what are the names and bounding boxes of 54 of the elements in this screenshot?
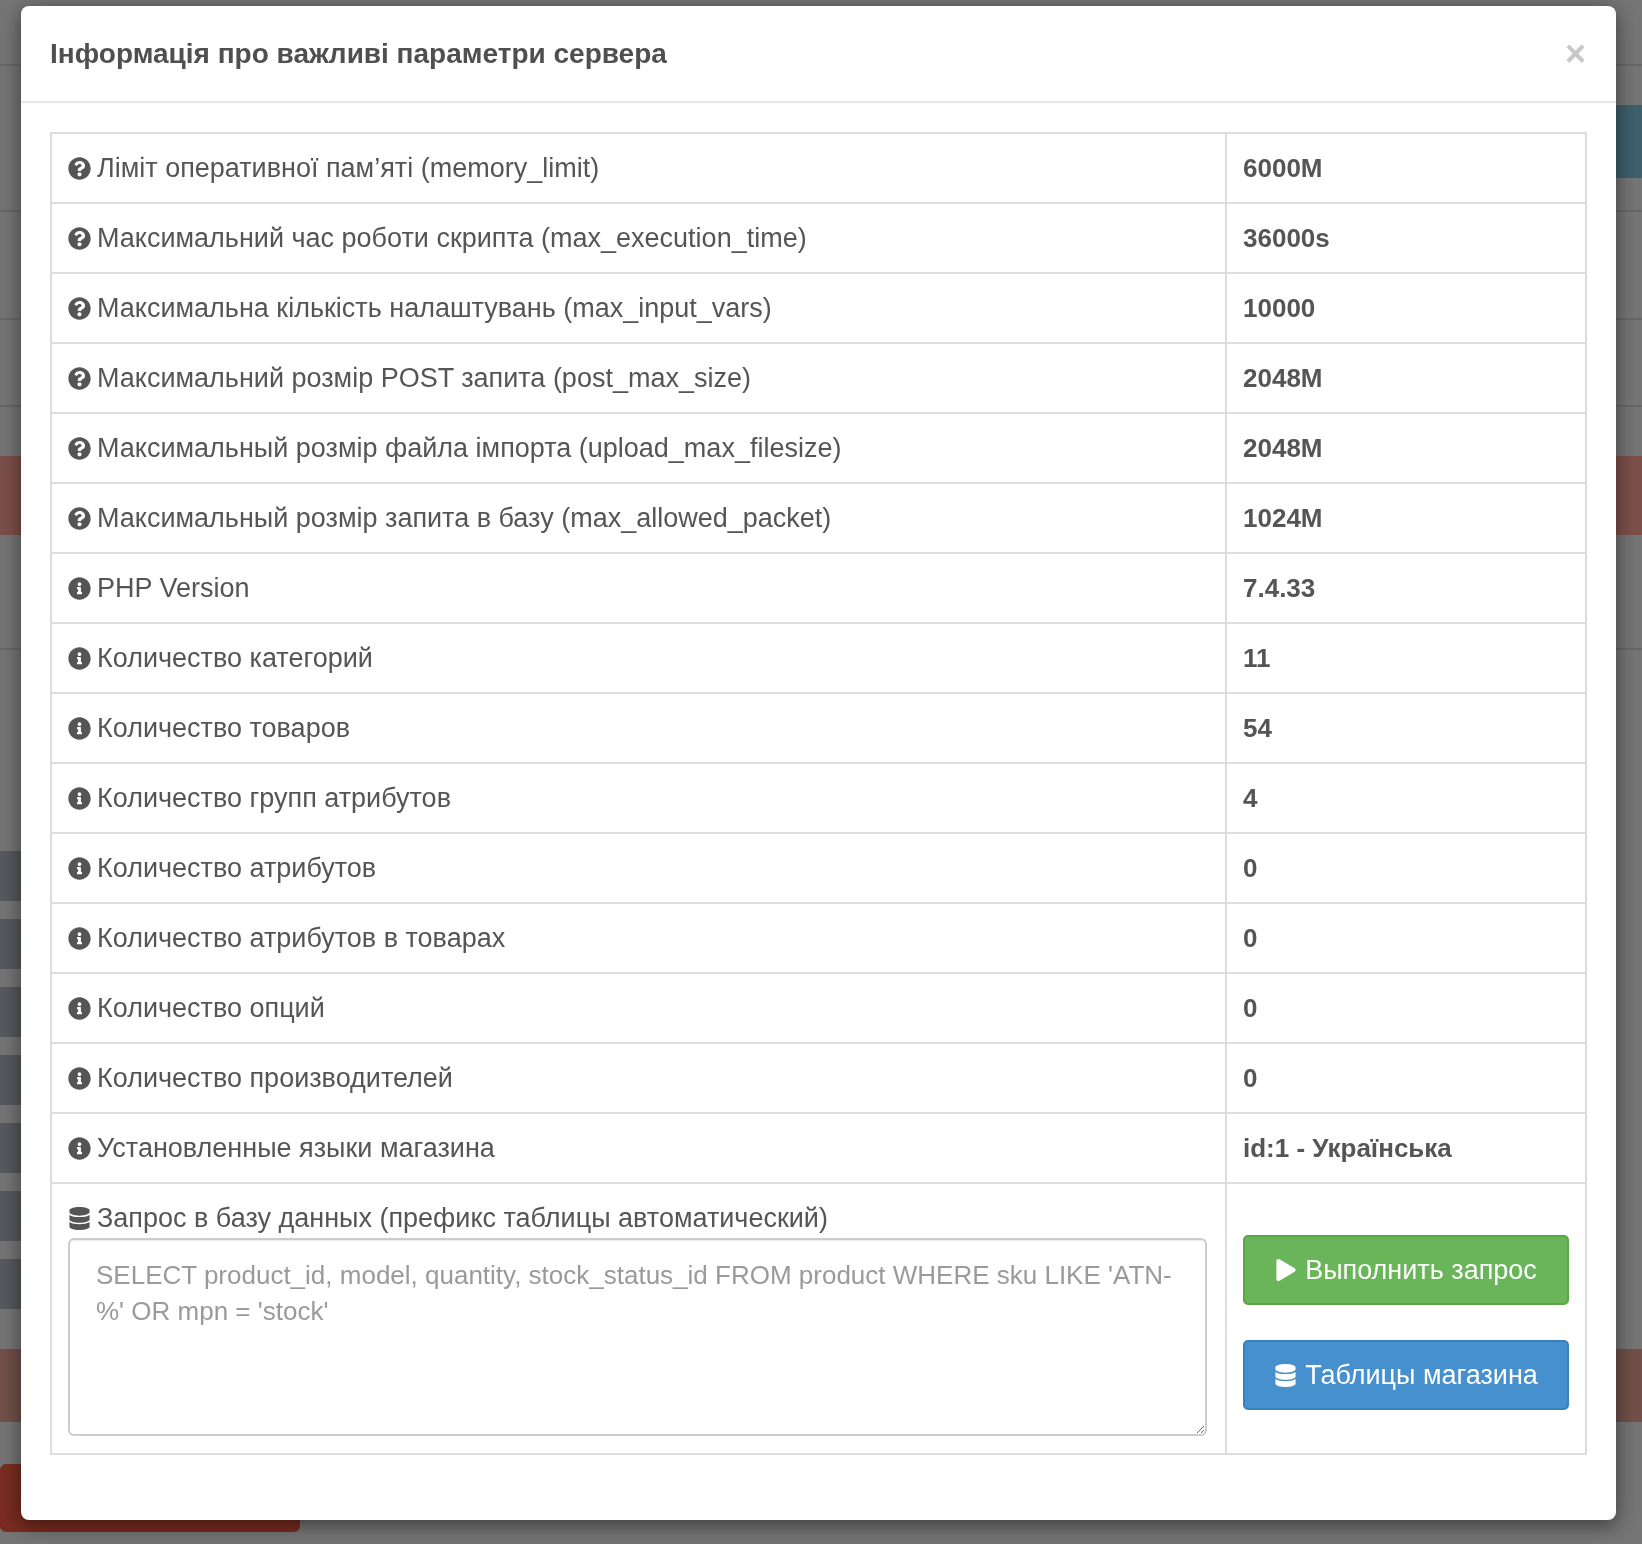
parameter-label: Ліміт оперативної пам’яті (memory_limit) (97, 151, 600, 185)
parameter-label: Максимальний розмір POST запита (post_max_size) (97, 361, 751, 395)
parameter-label: Количество производителей (97, 1061, 453, 1095)
parameter-label: Количество категорий (97, 641, 373, 675)
info-icon (68, 856, 91, 880)
info-icon (68, 996, 91, 1020)
question-mark-icon (68, 296, 91, 320)
parameter-label: PHP Version (97, 571, 250, 605)
parameter-value: 0 (1243, 922, 1258, 953)
parameter-label: Максимальний час роботи скрипта (max_execution_time) (97, 221, 807, 255)
info-icon (68, 926, 91, 950)
info-icon (68, 1136, 91, 1160)
info-icon (68, 576, 91, 600)
database-icon (68, 1207, 91, 1230)
parameter-value: 36000s (1243, 222, 1330, 253)
parameter-value: 0 (1243, 1062, 1258, 1093)
info-icon (68, 1066, 91, 1090)
parameter-value: 2048M (1243, 362, 1323, 393)
parameter-value: 54 (1243, 712, 1272, 743)
parameter-value: id:1 - Українська (1243, 1132, 1452, 1163)
parameter-value: 11 (1243, 642, 1271, 673)
parameter-label: Количество атрибутов в товарах (97, 921, 506, 955)
parameter-value: 4 (1243, 782, 1258, 813)
parameter-label: Количество атрибутов (97, 851, 377, 885)
info-icon (68, 646, 91, 670)
question-mark-icon (68, 366, 91, 390)
parameter-label: Количество групп атрибутов (97, 781, 451, 815)
run-query-button[interactable]: Выполнить запрос (1243, 1235, 1569, 1305)
parameter-label: Максимальный розмір запита в базу (max_allowed_packet) (97, 501, 832, 535)
database-icon (1274, 1363, 1298, 1387)
parameter-value: 1024M (1243, 502, 1323, 533)
parameter-label: Максимальна кількість налаштувань (max_input_vars) (97, 291, 772, 325)
info-icon (68, 786, 91, 810)
question-mark-icon (68, 226, 91, 250)
parameter-value: 2048M (1243, 432, 1323, 463)
parameter-label: Количество опций (97, 991, 325, 1025)
store-tables-button[interactable]: Таблицы магазина (1243, 1340, 1569, 1410)
modal-title: Інформація про важливі параметри сервера (50, 36, 667, 71)
parameter-value: 0 (1243, 992, 1258, 1023)
close-button[interactable]: × (1564, 35, 1586, 72)
parameter-value: 10000 (1243, 292, 1316, 323)
query-field[interactable]: SELECT product_id, model, quantity, stock_status_id FROM product WHERE sku LIKE 'ATN-%' OR mpn = 'stock' (68, 1238, 1207, 1436)
parameter-label: Количество товаров (97, 711, 350, 745)
parameter-value: 7.4.33 (1243, 572, 1316, 603)
question-mark-icon (68, 156, 91, 180)
parameter-label: Установленные языки магазина (97, 1131, 495, 1165)
play-icon (1275, 1259, 1298, 1281)
question-mark-icon (68, 436, 91, 460)
query-label: Запрос в базу данных (префикс таблицы автоматический) (97, 1202, 828, 1236)
info-icon (68, 716, 91, 740)
question-mark-icon (68, 506, 91, 530)
parameter-value: 0 (1243, 852, 1258, 883)
parameter-value: 6000M (1243, 152, 1323, 183)
parameter-label: Максимальный розмір файла імпорта (upload_max_filesize) (97, 431, 842, 465)
